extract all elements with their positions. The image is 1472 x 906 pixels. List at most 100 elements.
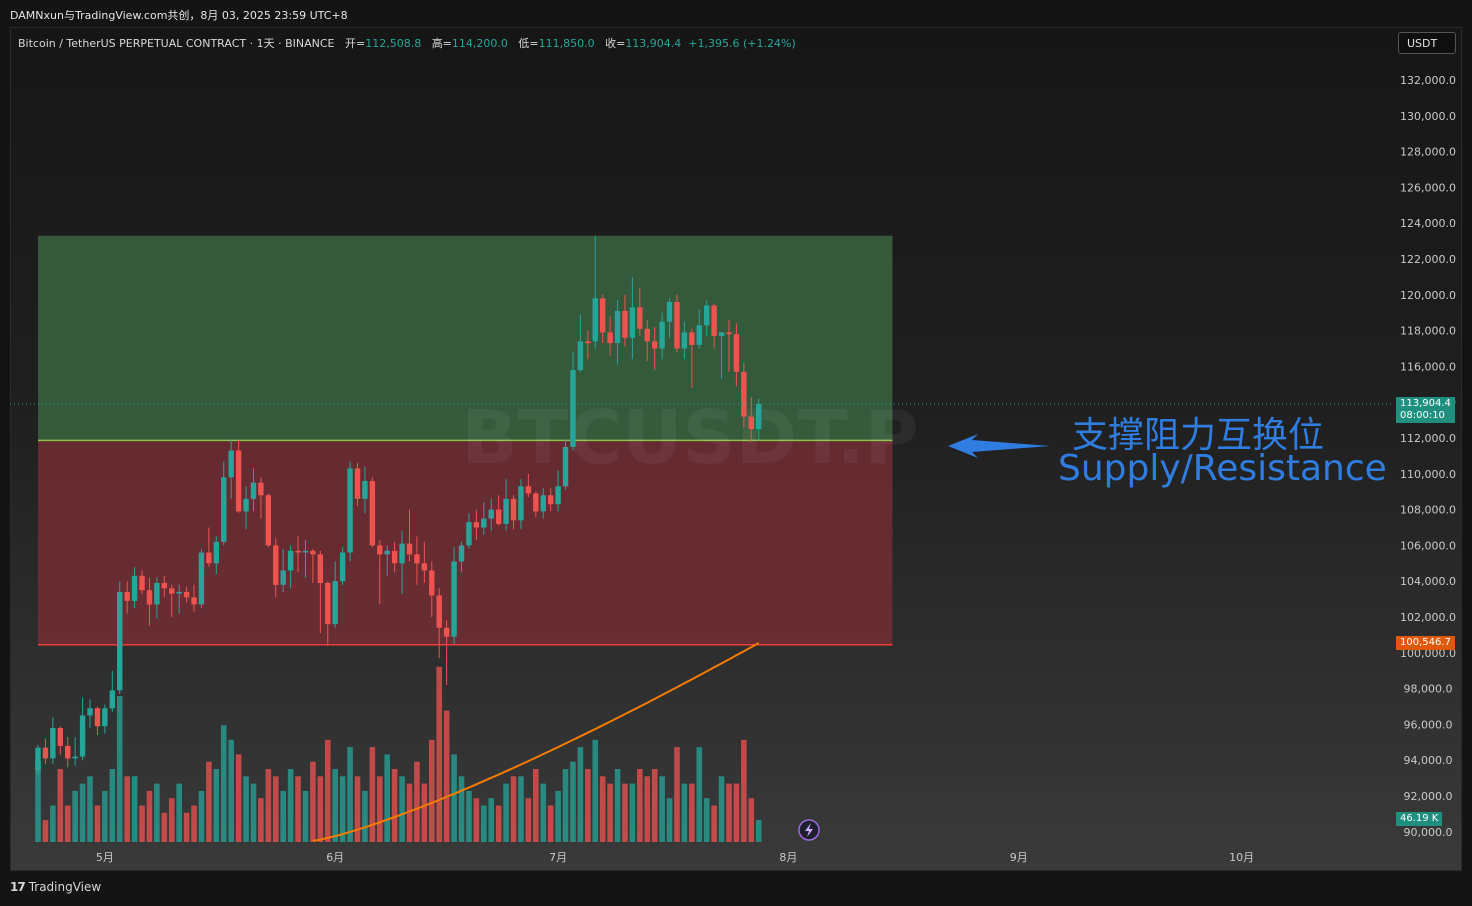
volume-bar bbox=[57, 769, 64, 842]
candle-body bbox=[183, 591, 190, 598]
candle-body bbox=[79, 715, 86, 757]
volume-bar bbox=[124, 776, 130, 842]
y-tick-label: 130,000.0 bbox=[1400, 110, 1456, 123]
candle-body bbox=[117, 591, 123, 691]
volume-bar bbox=[555, 790, 561, 842]
y-tick-label: 126,000.0 bbox=[1400, 181, 1456, 194]
y-tick-label: 116,000.0 bbox=[1400, 360, 1456, 373]
candle-body bbox=[666, 301, 673, 322]
close-value: 113,904.4 bbox=[625, 37, 682, 50]
volume-bar bbox=[287, 769, 294, 842]
candle-body bbox=[332, 581, 338, 625]
volume-bar bbox=[726, 783, 732, 842]
candle-body bbox=[362, 480, 368, 499]
candle-body bbox=[213, 541, 220, 564]
volume-bar bbox=[183, 812, 190, 842]
volume-bar bbox=[324, 739, 331, 842]
volume-bar bbox=[570, 761, 576, 842]
low-label: 低= bbox=[518, 37, 539, 50]
candle-body bbox=[599, 298, 606, 333]
candle-body bbox=[637, 307, 643, 329]
candle-body bbox=[577, 341, 584, 370]
candle-body bbox=[644, 328, 650, 342]
candle-body bbox=[414, 554, 420, 564]
y-tick-label: 92,000.0 bbox=[1404, 790, 1453, 803]
candle-body bbox=[169, 588, 175, 594]
volume-bar bbox=[72, 790, 78, 842]
candle-body bbox=[748, 416, 754, 430]
volume-bar bbox=[659, 776, 665, 842]
candle-body bbox=[555, 486, 561, 505]
candle-body bbox=[258, 482, 264, 496]
volume-bar bbox=[94, 805, 101, 842]
y-tick-label: 110,000.0 bbox=[1400, 468, 1456, 481]
volume-bar bbox=[681, 783, 688, 842]
volume-bar bbox=[265, 769, 272, 842]
chart-window: DAMNxun与TradingView.com共创，8月 03, 2025 23… bbox=[0, 0, 1472, 906]
candle-body bbox=[570, 369, 576, 447]
candle-body bbox=[176, 591, 182, 594]
volume-bar bbox=[592, 739, 599, 842]
volume-bar bbox=[362, 790, 368, 842]
volume-bar bbox=[428, 739, 435, 842]
volume-bar bbox=[666, 798, 673, 842]
candle-body bbox=[689, 332, 695, 345]
candle-body bbox=[35, 747, 41, 771]
candle-body bbox=[198, 552, 205, 605]
volume-bar bbox=[533, 769, 539, 842]
volume-bar bbox=[109, 769, 116, 842]
candle-body bbox=[369, 480, 376, 546]
candle-body bbox=[726, 332, 732, 335]
volume-tag: 46.19 K bbox=[1396, 812, 1443, 826]
candle-body bbox=[265, 495, 272, 546]
candle-body bbox=[295, 550, 301, 553]
candle-body bbox=[102, 708, 108, 727]
volume-bar bbox=[64, 805, 71, 842]
candle-body bbox=[406, 543, 413, 555]
volume-bar bbox=[622, 783, 628, 842]
volume-bar bbox=[161, 812, 168, 842]
volume-bar bbox=[696, 747, 703, 842]
volume-bar bbox=[354, 776, 361, 842]
candle-body bbox=[399, 543, 405, 564]
candle-body bbox=[443, 627, 450, 637]
volume-bar bbox=[711, 805, 717, 842]
candle-body bbox=[235, 450, 242, 512]
volume-bar bbox=[503, 783, 509, 842]
volume-bar bbox=[347, 747, 353, 842]
candle-body bbox=[533, 493, 539, 512]
candle-body bbox=[458, 545, 465, 562]
volume-bar bbox=[674, 747, 680, 842]
tradingview-logo-icon: 17 bbox=[10, 880, 26, 894]
volume-bar bbox=[540, 783, 547, 842]
candle-body bbox=[325, 582, 331, 625]
volume-bar bbox=[228, 739, 234, 842]
volume-bar bbox=[317, 776, 324, 842]
y-tick-label: 112,000.0 bbox=[1400, 432, 1456, 445]
volume-bar bbox=[614, 769, 621, 842]
ma-price-tag: 100,546.7 bbox=[1396, 636, 1455, 650]
volume-bar bbox=[191, 805, 197, 842]
open-value: 112,508.8 bbox=[365, 37, 422, 50]
volume-bar bbox=[235, 754, 242, 842]
footer-brand[interactable]: 17 TradingView bbox=[10, 880, 101, 894]
low-value: 111,850.0 bbox=[538, 37, 595, 50]
y-tick-label: 98,000.0 bbox=[1404, 683, 1453, 696]
candle-body bbox=[659, 321, 665, 349]
volume-bar bbox=[518, 776, 524, 842]
volume-bar bbox=[258, 798, 264, 842]
candle-body bbox=[161, 582, 168, 589]
volume-bar bbox=[131, 776, 138, 842]
y-tick-label: 102,000.0 bbox=[1400, 611, 1456, 624]
candle-body bbox=[228, 450, 234, 478]
volume-bar bbox=[154, 783, 160, 842]
volume-bar bbox=[206, 761, 212, 842]
candle-body bbox=[221, 477, 227, 542]
candle-body bbox=[756, 403, 762, 430]
candle-body bbox=[436, 595, 442, 628]
y-tick-label: 108,000.0 bbox=[1400, 504, 1456, 517]
candle-body bbox=[696, 325, 702, 345]
y-tick-label: 122,000.0 bbox=[1400, 253, 1456, 266]
currency-button[interactable]: USDT bbox=[1398, 32, 1456, 54]
last-price-value: 113,904.4 bbox=[1400, 398, 1451, 409]
